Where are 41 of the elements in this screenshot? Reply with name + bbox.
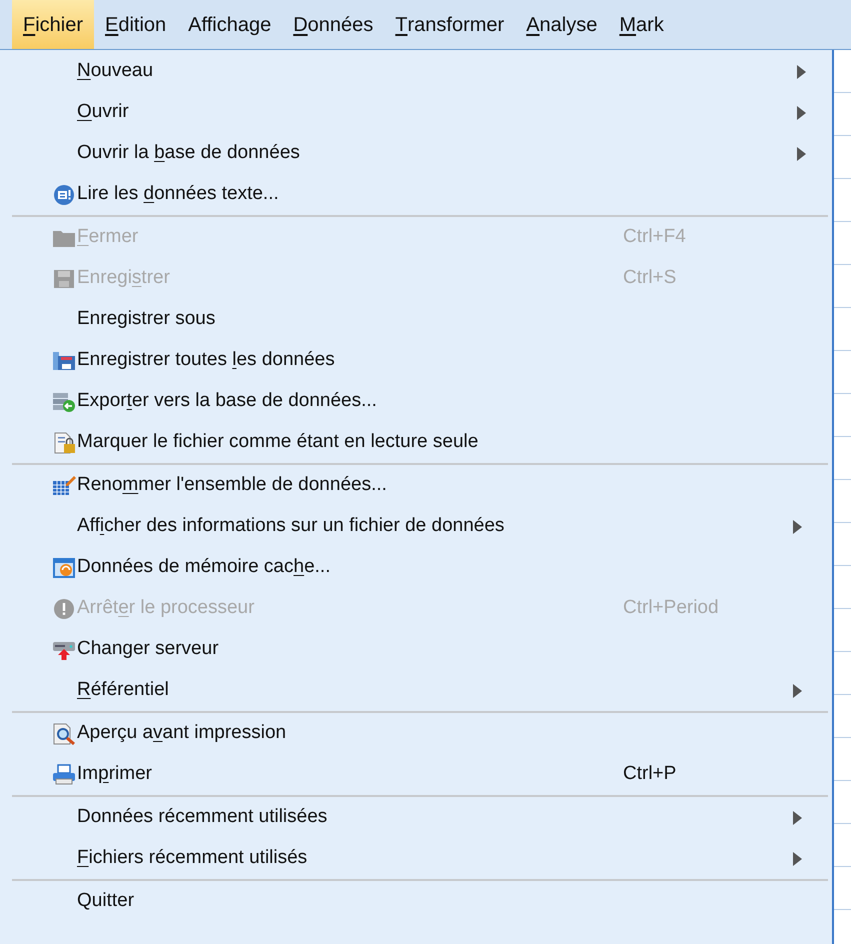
database-export-icon [52, 390, 76, 412]
menu-bar-item[interactable]: Analyse [515, 0, 608, 49]
menu-item[interactable]: Nouveau [12, 51, 832, 92]
menu-bar-item[interactable]: Données [282, 0, 384, 49]
preview-icon [52, 722, 76, 744]
menu-item[interactable]: Aperçu avant impression [12, 713, 828, 754]
table-refresh-icon [52, 556, 76, 578]
submenu-arrow-icon [793, 520, 802, 534]
submenu-arrow-icon [797, 146, 806, 160]
menu-item[interactable]: Quitter [12, 881, 828, 922]
menu-item[interactable]: Marquer le fichier comme étant en lecture seule [12, 422, 828, 463]
printer-icon [52, 764, 76, 786]
menu-item[interactable]: Imprimer Ctrl+P [12, 754, 828, 795]
document-circle-icon [52, 184, 76, 206]
submenu-arrow-icon [793, 810, 802, 824]
menu-item[interactable]: Enregistrer toutes les données [12, 340, 828, 381]
menu-item[interactable]: Lire les données texte... [12, 174, 832, 215]
menu-item[interactable]: Données récemment utilisées [12, 797, 828, 838]
menu-item[interactable]: Données de mémoire cache... [12, 547, 828, 588]
menu-bar-item[interactable]: Fichier [12, 0, 94, 49]
menu-item[interactable]: Ouvrir [12, 92, 832, 133]
submenu-arrow-icon [793, 684, 802, 698]
menu-item[interactable]: Renommer l'ensemble de données... [12, 465, 828, 506]
alert-icon [52, 598, 76, 620]
submenu-arrow-icon [797, 64, 806, 78]
menu-item[interactable]: Enregistrer sous [12, 299, 828, 340]
menu-item[interactable]: Afficher des informations sur un fichier de données [12, 506, 828, 547]
menu-bar-item[interactable]: Transformer [384, 0, 516, 49]
menu-item[interactable]: Fichiers récemment utilisés [12, 838, 828, 879]
floppy-disks-icon [52, 350, 76, 372]
menu-bar-item[interactable]: Affichage [177, 0, 282, 49]
submenu-arrow-icon [797, 106, 806, 120]
menu-item[interactable]: Ouvrir la base de données [12, 133, 832, 174]
submenu-arrow-icon [793, 852, 802, 866]
menu-bar-item[interactable]: Mark [608, 0, 675, 49]
menu-item[interactable]: Exporter vers la base de données... [12, 381, 828, 422]
locked-document-icon [52, 432, 76, 454]
menu-item[interactable]: Changer serveur [12, 629, 828, 670]
table-pencil-icon [52, 474, 76, 496]
menu-bar-item[interactable]: Edition [94, 0, 178, 49]
menu-item[interactable]: Référentiel [12, 670, 828, 711]
